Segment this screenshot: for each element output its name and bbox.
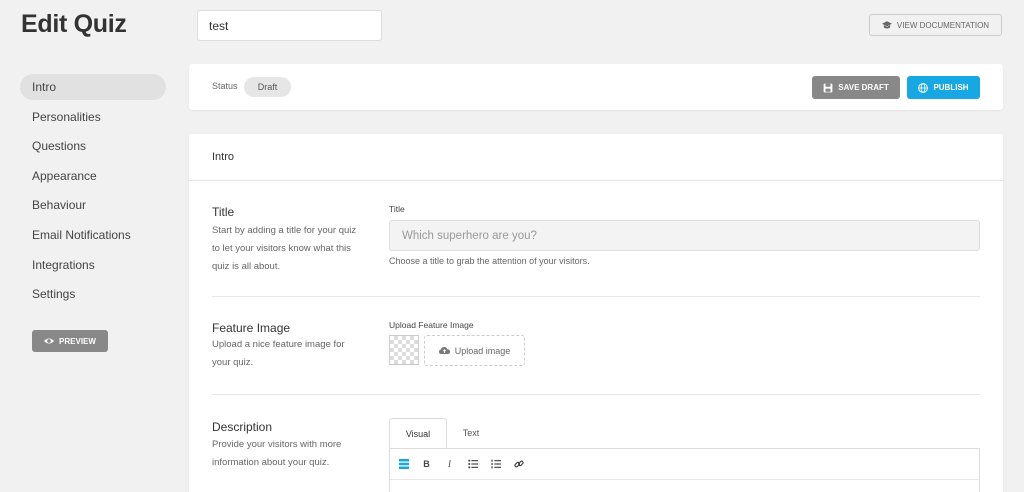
toolbar-toggle-icon[interactable] (398, 459, 409, 470)
floppy-disk-icon (823, 83, 833, 92)
sidebar-item-email-notifications[interactable]: Email Notifications (20, 222, 166, 252)
status-badge: Draft (244, 77, 291, 97)
section-divider (212, 394, 980, 395)
italic-icon[interactable]: I (444, 459, 455, 470)
sidebar-item-intro[interactable]: Intro (20, 74, 166, 100)
card-title: Intro (212, 151, 235, 163)
title-field-label: Title (389, 204, 405, 214)
title-input[interactable] (389, 220, 980, 251)
sidebar-nav: Intro Personalities Questions Appearance… (20, 74, 166, 311)
feature-image-heading: Feature Image (212, 321, 291, 335)
sidebar-item-questions[interactable]: Questions (20, 133, 166, 163)
sidebar-item-personalities[interactable]: Personalities (20, 104, 166, 134)
status-label: Status (212, 81, 238, 91)
preview-button[interactable]: PREVIEW (32, 330, 108, 352)
intro-card: Intro Title Start by adding a title for … (189, 134, 1003, 492)
upload-image-label: Upload image (454, 345, 511, 356)
quiz-name-input[interactable] (197, 10, 382, 41)
view-documentation-button[interactable]: VIEW DOCUMENTATION (869, 14, 1002, 36)
preview-label: PREVIEW (59, 336, 96, 346)
bullet-list-icon[interactable] (467, 459, 478, 470)
save-draft-label: SAVE DRAFT (838, 83, 889, 92)
sidebar-item-integrations[interactable]: Integrations (20, 252, 166, 282)
image-placeholder-thumbnail (389, 335, 419, 365)
editor-toolbar: B I (390, 449, 979, 480)
publish-label: PUBLISH (933, 83, 969, 92)
title-help-text: Choose a title to grab the attention of … (389, 256, 590, 266)
save-draft-button[interactable]: SAVE DRAFT (812, 76, 900, 99)
description-text: Provide your visitors with more informat… (212, 439, 342, 468)
title-section-heading: Title (212, 205, 235, 219)
link-icon[interactable] (513, 459, 524, 470)
bold-icon[interactable]: B (421, 459, 432, 470)
sidebar-item-behaviour[interactable]: Behaviour (20, 192, 166, 222)
globe-icon (918, 82, 929, 93)
view-documentation-label: VIEW DOCUMENTATION (896, 20, 990, 30)
tab-visual[interactable]: Visual (389, 418, 447, 449)
numbered-list-icon[interactable] (490, 459, 501, 470)
description-heading: Description (212, 420, 273, 434)
feature-image-description: Upload a nice feature image for your qui… (212, 339, 345, 368)
graduation-cap-icon (881, 21, 892, 29)
eye-icon (44, 338, 55, 344)
publish-button[interactable]: PUBLISH (907, 76, 980, 99)
feature-image-field-label: Upload Feature Image (389, 320, 474, 330)
title-section-description: Start by adding a title for your quiz to… (212, 225, 357, 272)
section-divider (212, 296, 980, 297)
cloud-upload-icon (438, 347, 450, 354)
card-header: Intro (189, 134, 1003, 181)
status-bar: Status Draft SAVE DRAFT PUBLISH (189, 64, 1003, 110)
tab-text[interactable]: Text (447, 418, 495, 449)
sidebar-item-settings[interactable]: Settings (20, 281, 166, 311)
sidebar-item-appearance[interactable]: Appearance (20, 163, 166, 193)
page-title: Edit Quiz (21, 10, 127, 38)
description-editor[interactable]: B I (389, 448, 980, 492)
upload-image-button[interactable]: Upload image (424, 335, 525, 366)
